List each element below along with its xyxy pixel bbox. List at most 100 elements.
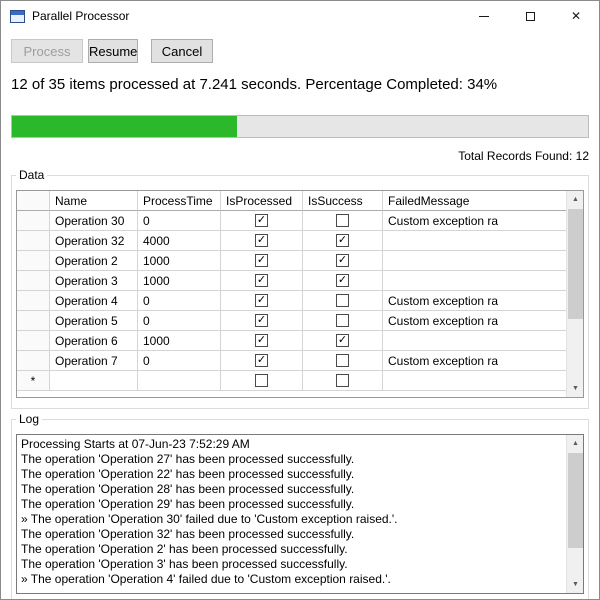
processtime-cell[interactable]: 0 (138, 211, 221, 231)
name-cell[interactable] (50, 371, 138, 391)
close-button[interactable]: ✕ (553, 1, 599, 31)
failedmessage-cell[interactable]: Custom exception ra (383, 291, 566, 311)
scroll-down-icon[interactable]: ▼ (567, 380, 583, 397)
column-header-name[interactable]: Name (50, 191, 138, 211)
issuccess-checkbox[interactable] (336, 214, 349, 227)
isprocessed-checkbox[interactable]: ✓ (255, 334, 268, 347)
issuccess-checkbox[interactable] (336, 294, 349, 307)
name-cell[interactable]: Operation 4 (50, 291, 138, 311)
column-header-processtime[interactable]: ProcessTime (138, 191, 221, 211)
processtime-cell[interactable]: 1000 (138, 331, 221, 351)
name-cell[interactable]: Operation 5 (50, 311, 138, 331)
table-row[interactable]: Operation 7 0 ✓ Custom exception ra (17, 351, 566, 371)
failedmessage-cell[interactable]: Custom exception ra (383, 211, 566, 231)
grid-corner-cell[interactable] (17, 191, 50, 211)
table-row[interactable]: Operation 2 1000 ✓ ✓ (17, 251, 566, 271)
isprocessed-checkbox[interactable]: ✓ (255, 294, 268, 307)
name-cell[interactable]: Operation 6 (50, 331, 138, 351)
scroll-down-icon[interactable]: ▼ (567, 576, 583, 593)
row-header-cell[interactable] (17, 231, 50, 251)
log-list[interactable]: Processing Starts at 07-Jun-23 7:52:29 A… (16, 434, 584, 594)
minimize-button[interactable] (461, 1, 507, 31)
isprocessed-cell[interactable]: ✓ (221, 311, 303, 331)
name-cell[interactable]: Operation 7 (50, 351, 138, 371)
processtime-cell[interactable]: 1000 (138, 271, 221, 291)
issuccess-cell[interactable]: ✓ (303, 231, 383, 251)
isprocessed-checkbox[interactable]: ✓ (255, 234, 268, 247)
row-header-cell[interactable] (17, 351, 50, 371)
log-vertical-scrollbar[interactable]: ▲ ▼ (566, 435, 583, 593)
grid-scrollbar-thumb[interactable] (568, 209, 583, 319)
table-row[interactable]: Operation 3 1000 ✓ ✓ (17, 271, 566, 291)
failedmessage-cell[interactable] (383, 231, 566, 251)
isprocessed-checkbox[interactable]: ✓ (255, 214, 268, 227)
row-header-cell[interactable]: * (17, 371, 50, 391)
column-header-issuccess[interactable]: IsSuccess (303, 191, 383, 211)
processtime-cell[interactable]: 0 (138, 311, 221, 331)
isprocessed-cell[interactable]: ✓ (221, 351, 303, 371)
row-header-cell[interactable] (17, 251, 50, 271)
scroll-up-icon[interactable]: ▲ (567, 435, 583, 452)
issuccess-cell[interactable]: ✓ (303, 331, 383, 351)
issuccess-checkbox[interactable]: ✓ (336, 334, 349, 347)
processtime-cell[interactable]: 0 (138, 291, 221, 311)
column-header-isprocessed[interactable]: IsProcessed (221, 191, 303, 211)
scroll-up-icon[interactable]: ▲ (567, 191, 583, 208)
name-cell[interactable]: Operation 30 (50, 211, 138, 231)
failedmessage-cell[interactable]: Custom exception ra (383, 311, 566, 331)
isprocessed-cell[interactable]: ✓ (221, 331, 303, 351)
grid-vertical-scrollbar[interactable]: ▲ ▼ (566, 191, 583, 397)
issuccess-cell[interactable] (303, 351, 383, 371)
issuccess-checkbox[interactable] (336, 314, 349, 327)
failedmessage-cell[interactable] (383, 371, 566, 391)
issuccess-checkbox[interactable]: ✓ (336, 234, 349, 247)
isprocessed-cell[interactable]: ✓ (221, 231, 303, 251)
issuccess-cell[interactable] (303, 291, 383, 311)
failedmessage-cell[interactable] (383, 271, 566, 291)
isprocessed-cell[interactable] (221, 371, 303, 391)
cancel-button[interactable]: Cancel (151, 39, 213, 63)
row-header-cell[interactable] (17, 271, 50, 291)
issuccess-checkbox[interactable] (336, 374, 349, 387)
row-header-cell[interactable] (17, 211, 50, 231)
isprocessed-cell[interactable]: ✓ (221, 291, 303, 311)
processtime-cell[interactable]: 1000 (138, 251, 221, 271)
title-bar[interactable]: Parallel Processor ✕ (1, 1, 599, 31)
name-cell[interactable]: Operation 3 (50, 271, 138, 291)
name-cell[interactable]: Operation 32 (50, 231, 138, 251)
isprocessed-cell[interactable]: ✓ (221, 271, 303, 291)
table-row[interactable]: * (17, 371, 566, 391)
issuccess-cell[interactable]: ✓ (303, 271, 383, 291)
row-header-cell[interactable] (17, 331, 50, 351)
isprocessed-checkbox[interactable]: ✓ (255, 274, 268, 287)
isprocessed-checkbox[interactable]: ✓ (255, 254, 268, 267)
processtime-cell[interactable]: 4000 (138, 231, 221, 251)
isprocessed-cell[interactable]: ✓ (221, 211, 303, 231)
issuccess-cell[interactable]: ✓ (303, 251, 383, 271)
isprocessed-cell[interactable]: ✓ (221, 251, 303, 271)
isprocessed-checkbox[interactable]: ✓ (255, 354, 268, 367)
row-header-cell[interactable] (17, 311, 50, 331)
issuccess-cell[interactable] (303, 211, 383, 231)
issuccess-cell[interactable] (303, 311, 383, 331)
processtime-cell[interactable]: 0 (138, 351, 221, 371)
issuccess-cell[interactable] (303, 371, 383, 391)
row-header-cell[interactable] (17, 291, 50, 311)
isprocessed-checkbox[interactable] (255, 374, 268, 387)
resume-button[interactable]: Resume (88, 39, 138, 63)
log-scrollbar-thumb[interactable] (568, 453, 583, 548)
name-cell[interactable]: Operation 2 (50, 251, 138, 271)
table-row[interactable]: Operation 6 1000 ✓ ✓ (17, 331, 566, 351)
issuccess-checkbox[interactable]: ✓ (336, 254, 349, 267)
processtime-cell[interactable] (138, 371, 221, 391)
maximize-button[interactable] (507, 1, 553, 31)
failedmessage-cell[interactable]: Custom exception ra (383, 351, 566, 371)
data-grid[interactable]: Name ProcessTime IsProcessed IsSuccess Faile… (16, 190, 584, 398)
failedmessage-cell[interactable] (383, 331, 566, 351)
isprocessed-checkbox[interactable]: ✓ (255, 314, 268, 327)
failedmessage-cell[interactable] (383, 251, 566, 271)
issuccess-checkbox[interactable]: ✓ (336, 274, 349, 287)
column-header-failedmessage[interactable]: FailedMessage (383, 191, 566, 211)
table-row[interactable]: Operation 32 4000 ✓ ✓ (17, 231, 566, 251)
table-row[interactable]: Operation 5 0 ✓ Custom exception ra (17, 311, 566, 331)
